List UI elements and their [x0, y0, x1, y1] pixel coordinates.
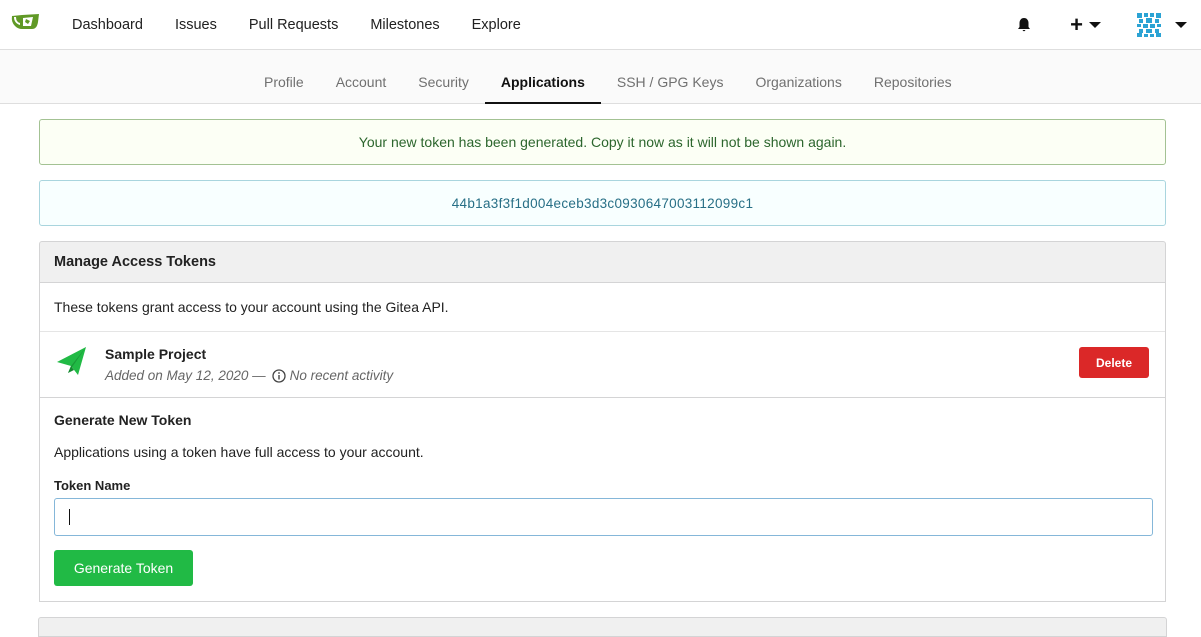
send-icon	[57, 347, 86, 375]
gitea-logo-icon[interactable]	[10, 10, 40, 34]
main-nav: Dashboard Issues Pull Requests Milestone…	[56, 0, 537, 50]
settings-tabs: Profile Account Security Applications SS…	[248, 50, 968, 104]
tab-ssh-gpg-keys[interactable]: SSH / GPG Keys	[601, 50, 740, 104]
generate-token-form: Generate New Token Applications using a …	[40, 398, 1165, 601]
chevron-down-icon	[1089, 22, 1101, 28]
plus-icon: +	[1070, 12, 1083, 37]
success-message: Your new token has been generated. Copy …	[39, 119, 1166, 165]
token-name-input[interactable]	[54, 498, 1153, 536]
manage-tokens-header: Manage Access Tokens	[39, 241, 1166, 283]
token-name-label: Token Name	[54, 478, 131, 493]
nav-pull-requests[interactable]: Pull Requests	[233, 17, 354, 33]
main-content: Your new token has been generated. Copy …	[39, 119, 1166, 602]
token-value-display[interactable]: 44b1a3f3f1d004eceb3d3c0930647003112099c1	[39, 180, 1166, 226]
token-added-date: Added on May 12, 2020 —	[105, 368, 266, 383]
generate-token-title: Generate New Token	[54, 412, 192, 428]
text-cursor	[69, 509, 70, 525]
tab-organizations[interactable]: Organizations	[739, 50, 857, 104]
bell-icon[interactable]	[1016, 17, 1032, 33]
info-icon	[271, 368, 286, 383]
token-activity: No recent activity	[289, 368, 394, 383]
tokens-description: These tokens grant access to your accoun…	[40, 283, 1165, 332]
tab-applications[interactable]: Applications	[484, 50, 601, 104]
manage-tokens-panel: These tokens grant access to your accoun…	[39, 283, 1166, 602]
tab-account[interactable]: Account	[320, 50, 403, 104]
tab-profile[interactable]: Profile	[248, 50, 320, 104]
generate-token-description: Applications using a token have full acc…	[54, 444, 424, 460]
create-new-dropdown[interactable]: +	[1070, 14, 1101, 36]
nav-milestones[interactable]: Milestones	[354, 17, 455, 33]
token-meta: Added on May 12, 2020 — No recent activi…	[105, 368, 393, 383]
nav-right: +	[1016, 0, 1187, 50]
user-menu-dropdown[interactable]	[1137, 13, 1187, 37]
nav-dashboard[interactable]: Dashboard	[56, 17, 159, 33]
avatar	[1137, 13, 1161, 37]
tab-security[interactable]: Security	[402, 50, 485, 104]
tab-repositories[interactable]: Repositories	[858, 50, 968, 104]
settings-tabs-bar: Profile Account Security Applications SS…	[0, 50, 1201, 104]
token-list-item: Sample Project Added on May 12, 2020 — N…	[40, 332, 1165, 398]
token-name: Sample Project	[105, 346, 207, 362]
delete-token-button[interactable]: Delete	[1079, 347, 1149, 378]
nav-issues[interactable]: Issues	[159, 17, 233, 33]
next-section-header	[38, 617, 1167, 637]
generate-token-button[interactable]: Generate Token	[54, 550, 193, 586]
nav-explore[interactable]: Explore	[456, 17, 537, 33]
chevron-down-icon	[1175, 22, 1187, 28]
top-navbar: Dashboard Issues Pull Requests Milestone…	[0, 0, 1201, 50]
